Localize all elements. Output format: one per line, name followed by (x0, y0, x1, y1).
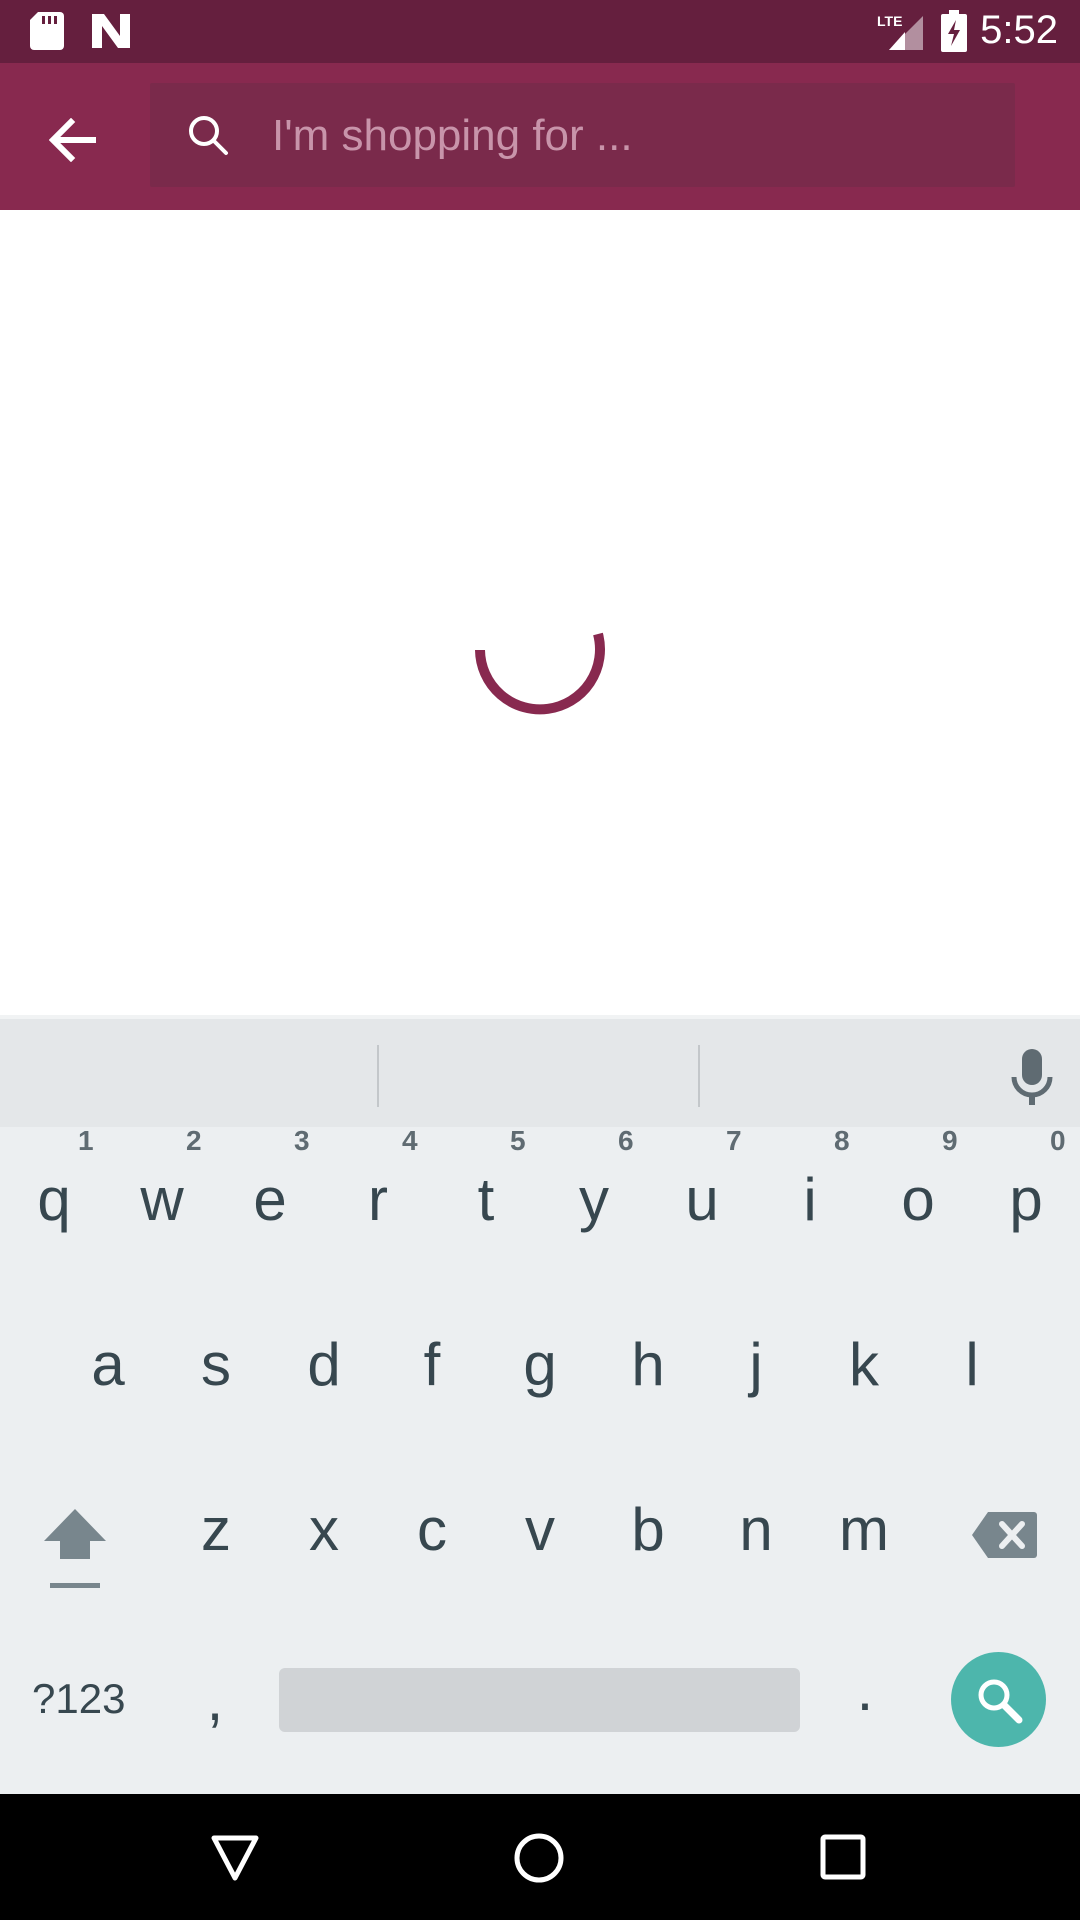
key-q[interactable]: q (14, 1165, 94, 1234)
comma-key[interactable]: , (195, 1665, 235, 1734)
mic-icon[interactable] (1008, 1049, 1056, 1109)
battery-charging-icon (941, 10, 967, 52)
clock: 5:52 (980, 8, 1058, 52)
suggestion-divider (377, 1045, 379, 1107)
key-hint: 1 (78, 1125, 94, 1156)
space-bar[interactable] (279, 1668, 800, 1732)
app-bar (0, 63, 1080, 210)
key-y[interactable]: y (554, 1165, 634, 1234)
notification-n-icon (92, 14, 130, 48)
key-n[interactable]: n (716, 1495, 796, 1564)
key-l[interactable]: l (932, 1330, 1012, 1399)
content-area (0, 210, 1080, 1015)
loading-spinner (475, 632, 605, 715)
arrow-left-icon (49, 118, 96, 162)
key-hint: 0 (1050, 1125, 1066, 1156)
key-h[interactable]: h (608, 1330, 688, 1399)
shift-icon[interactable] (40, 1505, 110, 1595)
key-s[interactable]: s (176, 1330, 256, 1399)
status-bar: LTE 5:52 (0, 0, 1080, 63)
sd-card-icon (30, 12, 64, 50)
back-button[interactable] (38, 105, 108, 175)
soft-keyboard: q 1w 2e 3r 4t 5y 6u 7i 8o 9p 0 asdfghjkl zxcvbnm ?… (0, 1015, 1080, 1794)
circle-home-icon[interactable] (513, 1832, 565, 1884)
lte-signal-icon: LTE (877, 13, 923, 50)
key-f[interactable]: f (392, 1330, 472, 1399)
key-x[interactable]: x (284, 1495, 364, 1564)
key-b[interactable]: b (608, 1495, 688, 1564)
key-k[interactable]: k (824, 1330, 904, 1399)
suggestion-strip (0, 1015, 1080, 1127)
search-input[interactable] (270, 83, 994, 189)
key-p[interactable]: p (986, 1165, 1066, 1234)
key-hint: 6 (618, 1125, 634, 1156)
key-hint: 4 (402, 1125, 418, 1156)
key-c[interactable]: c (392, 1495, 472, 1564)
key-j[interactable]: j (716, 1330, 796, 1399)
search-action-button[interactable] (951, 1652, 1046, 1747)
key-v[interactable]: v (500, 1495, 580, 1564)
symbols-key[interactable]: ?123 (32, 1675, 125, 1723)
key-m[interactable]: m (824, 1495, 904, 1564)
key-i[interactable]: i (770, 1165, 850, 1234)
key-a[interactable]: a (68, 1330, 148, 1399)
triangle-back-icon[interactable] (210, 1834, 260, 1882)
period-key[interactable]: . (845, 1655, 885, 1724)
key-w[interactable]: w (122, 1165, 202, 1234)
lte-label: LTE (877, 13, 902, 29)
square-recents-icon[interactable] (820, 1834, 866, 1880)
search-box[interactable] (150, 83, 1015, 189)
key-hint: 9 (942, 1125, 958, 1156)
search-icon (189, 116, 228, 155)
key-hint: 2 (186, 1125, 202, 1156)
key-o[interactable]: o (878, 1165, 958, 1234)
search-icon (978, 1679, 1022, 1723)
key-hint: 8 (834, 1125, 850, 1156)
key-z[interactable]: z (176, 1495, 256, 1564)
backspace-icon[interactable] (970, 1510, 1038, 1560)
key-hint: 7 (726, 1125, 742, 1156)
key-g[interactable]: g (500, 1330, 580, 1399)
suggestion-divider (698, 1045, 700, 1107)
key-hint: 5 (510, 1125, 526, 1156)
key-e[interactable]: e (230, 1165, 310, 1234)
navigation-bar (0, 1794, 1080, 1920)
key-hint: 3 (294, 1125, 310, 1156)
key-r[interactable]: r (338, 1165, 418, 1234)
key-d[interactable]: d (284, 1330, 364, 1399)
key-u[interactable]: u (662, 1165, 742, 1234)
key-t[interactable]: t (446, 1165, 526, 1234)
